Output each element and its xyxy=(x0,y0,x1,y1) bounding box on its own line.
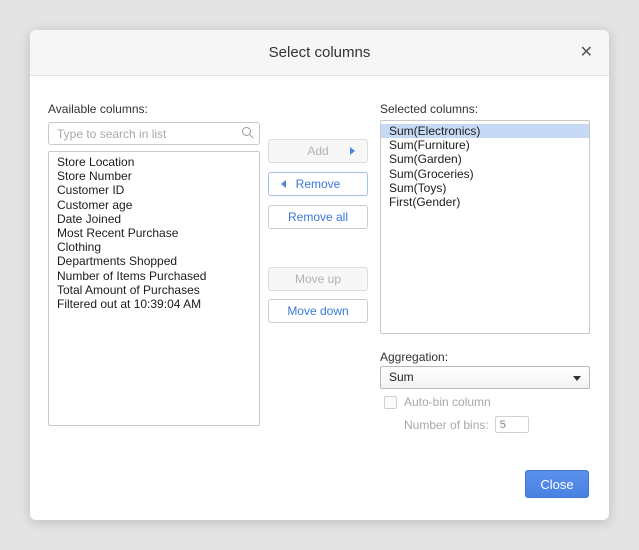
move-down-button[interactable]: Move down xyxy=(268,299,368,323)
available-column-item[interactable]: Date Joined xyxy=(49,212,259,226)
arrow-right-icon xyxy=(350,147,355,155)
aggregation-dropdown[interactable]: Sum xyxy=(380,366,590,389)
remove-button-label: Remove xyxy=(296,177,341,191)
search-icon xyxy=(242,127,251,136)
close-button[interactable]: Close xyxy=(525,470,589,498)
remove-all-button[interactable]: Remove all xyxy=(268,205,368,229)
available-column-item[interactable]: Filtered out at 10:39:04 AM xyxy=(49,297,259,311)
aggregation-label: Aggregation: xyxy=(380,350,448,364)
add-button[interactable]: Add xyxy=(268,139,368,163)
available-column-item[interactable]: Store Number xyxy=(49,169,259,183)
available-column-item[interactable]: Total Amount of Purchases xyxy=(49,283,259,297)
selected-column-item[interactable]: Sum(Electronics) xyxy=(381,124,589,138)
selected-column-item[interactable]: Sum(Groceries) xyxy=(381,167,589,181)
selected-column-item[interactable]: Sum(Garden) xyxy=(381,152,589,166)
number-of-bins-label: Number of bins: xyxy=(404,418,489,432)
arrow-left-icon xyxy=(281,180,286,188)
close-icon[interactable]: ✕ xyxy=(580,43,593,63)
available-column-item[interactable]: Clothing xyxy=(49,240,259,254)
available-columns-list[interactable]: Store LocationStore NumberCustomer IDCus… xyxy=(48,151,260,426)
selected-column-item[interactable]: Sum(Furniture) xyxy=(381,138,589,152)
available-columns-label: Available columns: xyxy=(48,102,148,116)
select-columns-dialog: Select columns ✕ Available columns: Stor… xyxy=(30,30,609,520)
auto-bin-label: Auto-bin column xyxy=(404,395,491,409)
move-up-button-label: Move up xyxy=(295,272,341,286)
add-button-label: Add xyxy=(307,144,328,158)
selected-columns-label: Selected columns: xyxy=(380,102,478,116)
selected-column-item[interactable]: First(Gender) xyxy=(381,195,589,209)
number-of-bins-row: Number of bins: xyxy=(404,416,529,433)
search-box xyxy=(48,122,260,145)
auto-bin-row: Auto-bin column xyxy=(384,395,491,409)
number-of-bins-input[interactable] xyxy=(495,416,529,433)
search-input[interactable] xyxy=(48,122,260,145)
selected-column-item[interactable]: Sum(Toys) xyxy=(381,181,589,195)
available-column-item[interactable]: Customer age xyxy=(49,198,259,212)
available-column-item[interactable]: Departments Shopped xyxy=(49,254,259,268)
dialog-header: Select columns ✕ xyxy=(30,30,609,76)
auto-bin-checkbox[interactable] xyxy=(384,396,397,409)
available-column-item[interactable]: Most Recent Purchase xyxy=(49,226,259,240)
available-column-item[interactable]: Store Location xyxy=(49,155,259,169)
available-column-item[interactable]: Number of Items Purchased xyxy=(49,269,259,283)
selected-columns-list[interactable]: Sum(Electronics)Sum(Furniture)Sum(Garden… xyxy=(380,120,590,334)
remove-button[interactable]: Remove xyxy=(268,172,368,196)
dialog-title: Select columns xyxy=(30,44,609,61)
remove-all-button-label: Remove all xyxy=(288,210,348,224)
chevron-down-icon xyxy=(573,376,581,381)
aggregation-value: Sum xyxy=(389,370,414,384)
move-down-button-label: Move down xyxy=(287,304,348,318)
available-column-item[interactable]: Customer ID xyxy=(49,183,259,197)
close-button-label: Close xyxy=(540,477,573,492)
move-up-button[interactable]: Move up xyxy=(268,267,368,291)
